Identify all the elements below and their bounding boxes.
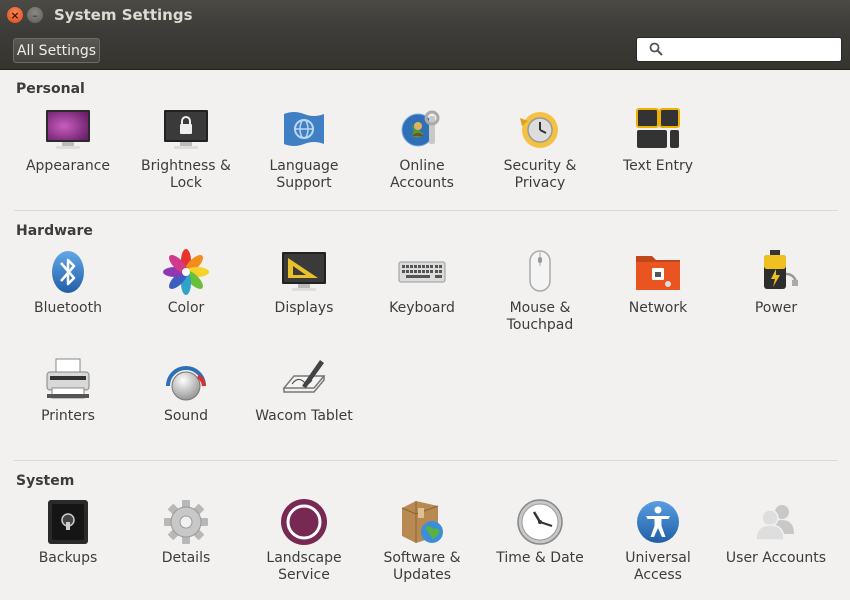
landscape-service-icon: [281, 499, 327, 545]
all-settings-button[interactable]: All Settings: [13, 38, 100, 63]
settings-item-label: Appearance: [25, 158, 111, 174]
settings-item-label: Displays: [274, 300, 334, 316]
settings-item-label: Color: [167, 300, 205, 316]
displays-icon: [282, 252, 326, 291]
printers-icon: [46, 358, 90, 399]
settings-item-details[interactable]: Details: [127, 498, 245, 598]
power-icon: [764, 250, 798, 289]
settings-item-label: Network: [628, 300, 688, 316]
bluetooth-icon: [52, 251, 84, 293]
brightness-lock-icon: [164, 110, 208, 149]
settings-item-label: Security & Privacy: [503, 158, 577, 191]
time-date-icon: [517, 499, 563, 545]
settings-item-online-accounts[interactable]: Online Accounts: [363, 106, 481, 206]
settings-item-label: Power: [754, 300, 798, 316]
section-title-hardware: Hardware: [16, 223, 93, 239]
settings-item-text-entry[interactable]: Text Entry: [599, 106, 717, 206]
settings-item-displays[interactable]: Displays: [245, 248, 363, 348]
settings-item-label: Software & Updates: [383, 550, 461, 583]
online-accounts-icon: [401, 110, 440, 147]
settings-item-label: Keyboard: [389, 300, 455, 316]
settings-item-label: Details: [161, 550, 211, 566]
settings-item-label: Sound: [163, 408, 209, 424]
settings-item-label: Bluetooth: [34, 300, 102, 316]
search-box[interactable]: [636, 37, 842, 62]
settings-item-label: Online Accounts: [390, 158, 454, 191]
settings-item-software-updates[interactable]: Software & Updates: [363, 498, 481, 598]
section-divider: [14, 460, 838, 461]
network-icon: [636, 256, 680, 290]
settings-item-security-privacy[interactable]: Security & Privacy: [481, 106, 599, 206]
software-updates-icon: [401, 501, 443, 543]
settings-item-label: Wacom Tablet: [255, 408, 353, 424]
settings-content: Personal Appearance Brightness & Lock La…: [0, 71, 850, 600]
user-accounts-icon: [755, 505, 794, 541]
settings-item-label: Mouse & Touchpad: [506, 300, 574, 333]
minimize-icon: –: [32, 8, 38, 22]
backups-icon: [48, 500, 88, 544]
text-entry-icon: [636, 108, 680, 148]
settings-item-label: User Accounts: [725, 550, 827, 566]
settings-item-label: Brightness & Lock: [141, 158, 231, 191]
settings-item-color[interactable]: Color: [127, 248, 245, 348]
settings-item-network[interactable]: Network: [599, 248, 717, 348]
settings-item-sound[interactable]: Sound: [127, 356, 245, 456]
settings-item-brightness-lock[interactable]: Brightness & Lock: [127, 106, 245, 206]
settings-item-bluetooth[interactable]: Bluetooth: [9, 248, 127, 348]
security-privacy-icon: [520, 112, 558, 148]
details-icon: [164, 500, 208, 544]
section-divider: [14, 210, 838, 211]
settings-item-mouse-touchpad[interactable]: Mouse & Touchpad: [481, 248, 599, 348]
close-icon: ×: [10, 8, 20, 22]
settings-item-label: Landscape Service: [266, 550, 342, 583]
window-title: System Settings: [54, 6, 193, 24]
settings-item-label: Universal Access: [625, 550, 691, 583]
settings-item-universal-access[interactable]: Universal Access: [599, 498, 717, 598]
settings-item-landscape-service[interactable]: Landscape Service: [245, 498, 363, 598]
universal-access-icon: [637, 501, 679, 543]
settings-item-user-accounts[interactable]: User Accounts: [717, 498, 835, 598]
settings-item-wacom-tablet[interactable]: Wacom Tablet: [245, 356, 363, 456]
settings-item-label: Time & Date: [496, 550, 584, 566]
wacom-tablet-icon: [282, 360, 326, 393]
settings-item-label: Text Entry: [622, 158, 693, 174]
section-title-system: System: [16, 473, 75, 489]
settings-item-keyboard[interactable]: Keyboard: [363, 248, 481, 348]
settings-item-label: Language Support: [269, 158, 339, 191]
settings-item-power[interactable]: Power: [717, 248, 835, 348]
title-bar: × – System Settings: [0, 0, 850, 30]
appearance-icon: [46, 110, 90, 149]
mouse-touchpad-icon: [529, 250, 551, 292]
keyboard-icon: [398, 261, 446, 283]
sound-icon: [166, 366, 206, 401]
search-icon: [649, 42, 663, 56]
settings-item-time-date[interactable]: Time & Date: [481, 498, 599, 598]
settings-item-backups[interactable]: Backups: [9, 498, 127, 598]
settings-item-label: Printers: [41, 408, 95, 424]
close-window-button[interactable]: ×: [7, 7, 23, 23]
language-support-icon: [284, 112, 324, 146]
settings-item-printers[interactable]: Printers: [9, 356, 127, 456]
search-input[interactable]: [669, 40, 837, 60]
settings-item-appearance[interactable]: Appearance: [9, 106, 127, 206]
settings-item-label: Backups: [38, 550, 98, 566]
color-icon: [163, 249, 209, 295]
settings-item-language-support[interactable]: Language Support: [245, 106, 363, 206]
minimize-window-button[interactable]: –: [27, 7, 43, 23]
section-title-personal: Personal: [16, 81, 85, 97]
